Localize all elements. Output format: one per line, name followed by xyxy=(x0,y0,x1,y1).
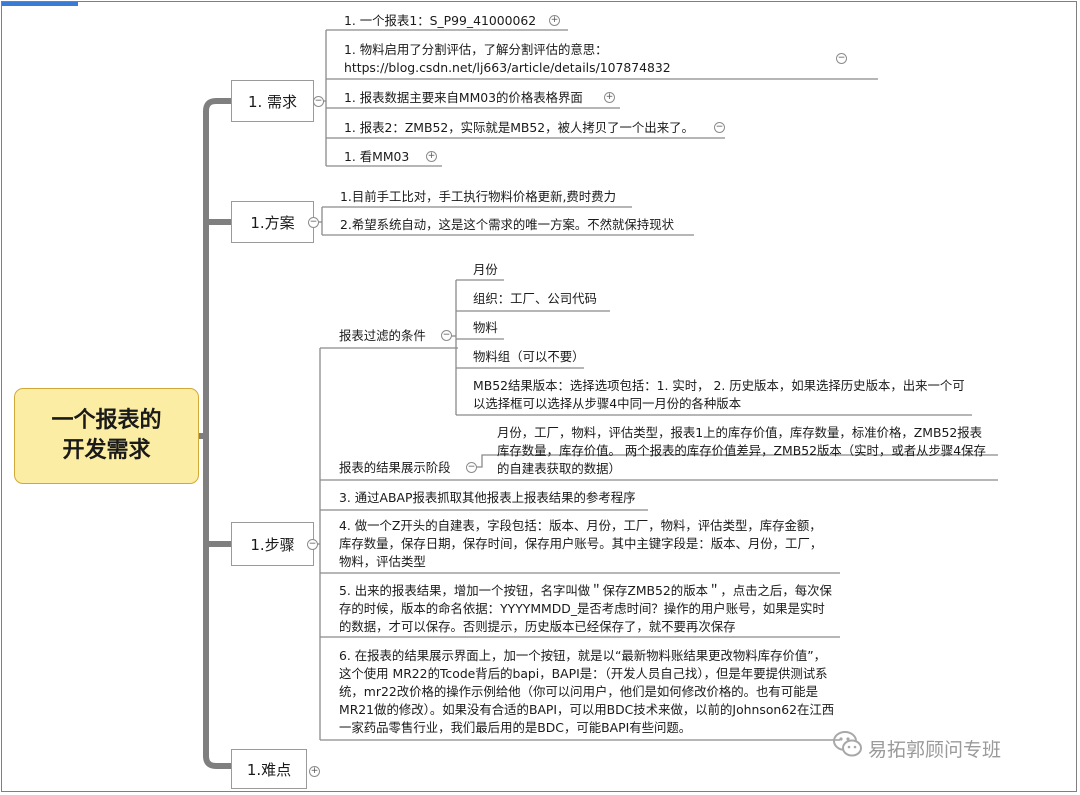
req-topic-2[interactable]: 1. 物料启用了分割评估，了解分割评估的意思：https://blog.csdn… xyxy=(344,41,830,77)
topic-text: 报表的结果展示阶段 xyxy=(339,460,451,475)
steps-result-display[interactable]: 报表的结果展示阶段 xyxy=(339,459,451,477)
branch-requirements[interactable]: 1. 需求 xyxy=(231,80,314,122)
topic-text: 1.目前手工比对，手工执行物料价格更新,费时费力 xyxy=(340,189,616,204)
filter-mb52-version[interactable]: MB52结果版本：选择选项包括：1. 实时， 2. 历史版本，如果选择历史版本，… xyxy=(473,377,969,413)
topic-text: 物料组（可以不要） xyxy=(473,349,585,364)
req-topic-5[interactable]: 1. 看MM03 xyxy=(344,148,409,166)
collapse-minus-icon[interactable]: − xyxy=(307,539,318,550)
steps-topic-6[interactable]: 6. 在报表的结果展示界面上，加一个按钮，就是以“最新物料账结果更改物料库存价值… xyxy=(339,647,835,737)
collapse-minus-icon[interactable]: − xyxy=(714,122,725,133)
branch-steps[interactable]: 1.步骤 xyxy=(231,522,314,566)
filter-org[interactable]: 组织：工厂、公司代码 xyxy=(473,290,597,308)
collapse-minus-icon[interactable]: − xyxy=(836,53,847,64)
topic-text: 1. 报表数据主要来自MM03的价格表格界面 xyxy=(344,90,583,105)
topic-text: 5. 出来的报表结果，增加一个按钮，名字叫做＂保存ZMB52的版本＂，点击之后，… xyxy=(339,583,832,634)
topic-text: 4. 做一个Z开头的自建表，字段包括：版本、月份，工厂，物料，评估类型，库存金额… xyxy=(339,518,823,569)
steps-filter-conditions[interactable]: 报表过滤的条件 xyxy=(339,327,426,345)
topic-text: 月份，工厂，物料，评估类型，报表1上的库存价值，库存数量，标准价格，ZMB52报… xyxy=(497,425,986,476)
plan-topic-1[interactable]: 1.目前手工比对，手工执行物料价格更新,费时费力 xyxy=(340,188,616,206)
filter-month[interactable]: 月份 xyxy=(473,261,498,279)
plan-topic-2[interactable]: 2.希望系统自动，这是这个需求的唯一方案。不然就保持现状 xyxy=(340,216,674,234)
filter-material-group[interactable]: 物料组（可以不要） xyxy=(473,348,585,366)
collapse-minus-icon[interactable]: − xyxy=(308,217,319,228)
branch-label: 1. 需求 xyxy=(247,92,298,111)
topic-text: 3. 通过ABAP报表抓取其他报表上报表结果的参考程序 xyxy=(339,490,636,505)
topic-text: 1. 看MM03 xyxy=(344,149,410,164)
req-topic-1[interactable]: 1. 一个报表1：S_P99_41000062 xyxy=(344,12,536,30)
topic-text: 报表过滤的条件 xyxy=(339,328,426,343)
topic-text: 月份 xyxy=(473,262,498,277)
branch-label: 1.难点 xyxy=(246,760,292,779)
collapse-minus-icon[interactable]: − xyxy=(466,462,477,473)
topic-text: MB52结果版本：选择选项包括：1. 实时， 2. 历史版本，如果选择历史版本，… xyxy=(473,378,965,411)
branch-label: 1.方案 xyxy=(250,213,295,232)
branch-plan[interactable]: 1.方案 xyxy=(231,201,314,243)
branch-label: 1.步骤 xyxy=(250,535,295,554)
filter-material[interactable]: 物料 xyxy=(473,319,498,337)
collapse-minus-icon[interactable]: − xyxy=(313,96,324,107)
steps-topic-5[interactable]: 5. 出来的报表结果，增加一个按钮，名字叫做＂保存ZMB52的版本＂，点击之后，… xyxy=(339,582,835,636)
expand-plus-icon[interactable]: + xyxy=(604,92,615,103)
watermark-text: 易拓郭顾问专班 xyxy=(868,739,1002,761)
wechat-icon xyxy=(833,731,862,757)
mindmap-canvas: 一个报表的 开发需求 1. 需求 − 1. 一个报表1：S_P99_410000… xyxy=(0,0,1080,795)
result-fields[interactable]: 月份，工厂，物料，评估类型，报表1上的库存价值，库存数量，标准价格，ZMB52报… xyxy=(497,424,993,478)
root-title: 一个报表的 开发需求 xyxy=(51,408,162,463)
branch-difficulties[interactable]: 1.难点 xyxy=(231,749,307,789)
steps-topic-3[interactable]: 3. 通过ABAP报表抓取其他报表上报表结果的参考程序 xyxy=(339,489,636,507)
topic-text: 物料 xyxy=(473,320,498,335)
expand-plus-icon[interactable]: + xyxy=(549,15,560,26)
main-spine-trunk xyxy=(203,98,231,769)
root-topic[interactable]: 一个报表的 开发需求 xyxy=(14,388,199,484)
req-topic-4[interactable]: 1. 报表2：ZMB52，实际就是MB52，被人拷贝了一个出来了。 xyxy=(344,119,694,137)
steps-topic-4[interactable]: 4. 做一个Z开头的自建表，字段包括：版本、月份，工厂，物料，评估类型，库存金额… xyxy=(339,517,823,571)
expand-plus-icon[interactable]: + xyxy=(426,151,437,162)
topic-text: 6. 在报表的结果展示界面上，加一个按钮，就是以“最新物料账结果更改物料库存价值… xyxy=(339,648,835,735)
topic-text: 1. 报表2：ZMB52，实际就是MB52，被人拷贝了一个出来了。 xyxy=(344,120,694,135)
req-topic-3[interactable]: 1. 报表数据主要来自MM03的价格表格界面 xyxy=(344,89,583,107)
topic-text: 2.希望系统自动，这是这个需求的唯一方案。不然就保持现状 xyxy=(340,217,674,232)
topic-text: 组织：工厂、公司代码 xyxy=(473,291,597,306)
collapse-minus-icon[interactable]: − xyxy=(441,330,452,341)
topic-text: 1. 物料启用了分割评估，了解分割评估的意思：https://blog.csdn… xyxy=(344,42,671,75)
expand-plus-icon[interactable]: + xyxy=(309,766,320,777)
topic-text: 1. 一个报表1：S_P99_41000062 xyxy=(344,13,537,28)
